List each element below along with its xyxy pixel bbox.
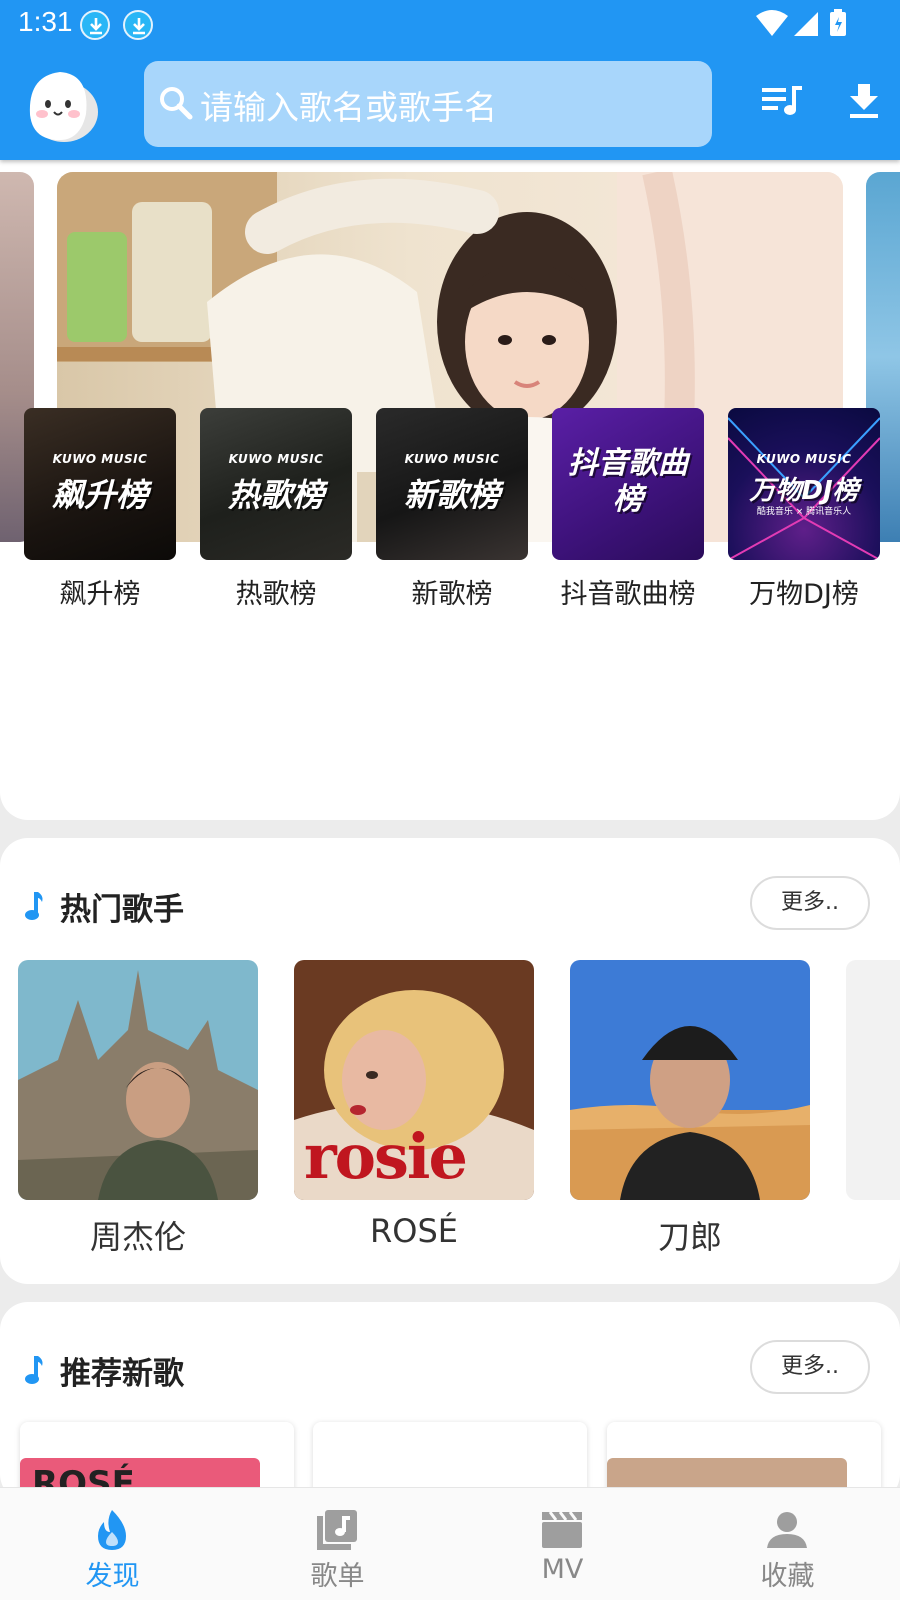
download-notification-icon <box>123 10 153 40</box>
singer-photo-text: rosie <box>304 1120 468 1193</box>
app-logo[interactable] <box>20 64 102 146</box>
chart-label: 万物DJ榜 <box>749 579 859 610</box>
chart-cover: KUWO MUSIC 飙升榜 <box>24 408 176 560</box>
download-button[interactable] <box>846 82 896 126</box>
nav-discover[interactable]: 发现 <box>0 1488 225 1600</box>
nav-playlists[interactable]: 歌单 <box>225 1488 450 1600</box>
playlist-icon <box>762 86 802 115</box>
search-icon <box>160 87 193 120</box>
singer-card[interactable]: rosie ROSÉ <box>294 960 534 1250</box>
status-bar: 1:31 <box>0 0 900 48</box>
singer-name: ROSÉ <box>370 1212 458 1250</box>
more-songs-button[interactable]: 更多.. <box>750 1340 870 1394</box>
chart-list: KUWO MUSIC 飙升榜 飙升榜 KUWO MUSIC 热歌榜 热歌榜 KU… <box>24 408 884 611</box>
singer-photo <box>846 960 900 1200</box>
singer-card[interactable]: 周杰伦 <box>18 960 258 1258</box>
playlist-queue-button[interactable] <box>760 82 810 126</box>
singer-card[interactable]: 刀郎 <box>570 960 810 1258</box>
music-note-icon <box>25 1356 43 1384</box>
hot-singers-section: 热门歌手 更多.. 周杰伦 rosie ROSÉ 刀郎 <box>0 838 900 1284</box>
download-notification-icon <box>80 10 110 40</box>
singer-card-partial[interactable] <box>846 960 900 1200</box>
chart-cover-title: 飙升榜 <box>51 476 148 514</box>
chart-item-new[interactable]: KUWO MUSIC 新歌榜 新歌榜 <box>376 408 528 611</box>
wifi-icon <box>756 10 788 36</box>
flame-icon <box>98 1510 126 1550</box>
chart-cover-brand: KUWO MUSIC <box>756 452 852 466</box>
chart-cover: KUWO MUSIC 新歌榜 <box>376 408 528 560</box>
chart-item-douyin[interactable]: 抖音歌曲榜 抖音歌曲榜 <box>552 408 704 611</box>
nav-label: 收藏 <box>760 1561 815 1592</box>
chart-cover-title: 抖音歌曲榜 <box>568 446 688 517</box>
chart-cover: KUWO MUSIC 热歌榜 <box>200 408 352 560</box>
chart-label: 飙升榜 <box>59 579 141 610</box>
singer-photo <box>18 960 258 1200</box>
chart-cover-subtitle: 酷我音乐 × 腾讯音乐人 <box>756 507 852 517</box>
chart-cover-brand: KUWO MUSIC <box>52 452 148 466</box>
section-title: 热门歌手 <box>60 892 184 928</box>
nav-label: 歌单 <box>310 1561 365 1592</box>
status-time: 1:31 <box>18 6 73 37</box>
singer-photo: rosie <box>294 960 534 1200</box>
chart-cover-title: 万物DJ榜 <box>749 476 859 506</box>
more-singers-button[interactable]: 更多.. <box>750 876 870 930</box>
nav-label: MV <box>541 1554 584 1585</box>
top-bar: 1:31 请输入歌名或歌手名 <box>0 0 900 160</box>
signal-icon <box>794 12 818 36</box>
chart-cover-title: 热歌榜 <box>227 476 324 514</box>
singer-photo <box>570 960 810 1200</box>
music-album-icon <box>317 1510 357 1550</box>
chart-cover-title: 新歌榜 <box>403 476 500 514</box>
chart-item-hot[interactable]: KUWO MUSIC 热歌榜 热歌榜 <box>200 408 352 611</box>
search-placeholder: 请输入歌名或歌手名 <box>200 88 497 127</box>
chart-cover-brand: KUWO MUSIC <box>404 452 500 466</box>
chart-cover-brand: KUWO MUSIC <box>228 452 324 466</box>
bottom-navigation: 发现 歌单 MV 收藏 <box>0 1487 900 1600</box>
download-icon <box>850 84 878 118</box>
section-title: 推荐新歌 <box>60 1356 184 1392</box>
chart-item-dj[interactable]: KUWO MUSIC 万物DJ榜 酷我音乐 × 腾讯音乐人 万物DJ榜 <box>728 408 880 611</box>
chart-cover: KUWO MUSIC 万物DJ榜 酷我音乐 × 腾讯音乐人 <box>728 408 880 560</box>
music-note-icon <box>25 892 43 920</box>
singer-name: 周杰伦 <box>89 1218 186 1256</box>
nav-mv[interactable]: MV <box>450 1488 675 1600</box>
status-icons <box>756 8 856 42</box>
app-screen: 1:31 请输入歌名或歌手名 KUWO MUSIC 飙升榜 飙升榜 KUWO M… <box>0 0 900 1600</box>
nav-label: 发现 <box>85 1561 140 1592</box>
chart-item-soaring[interactable]: KUWO MUSIC 飙升榜 飙升榜 <box>24 408 176 611</box>
nav-favorites[interactable]: 收藏 <box>675 1488 900 1600</box>
person-icon <box>767 1512 807 1548</box>
chart-label: 新歌榜 <box>411 579 493 610</box>
chart-label: 抖音歌曲榜 <box>560 579 696 610</box>
singer-name: 刀郎 <box>657 1218 722 1256</box>
chart-cover: 抖音歌曲榜 <box>552 408 704 560</box>
new-songs-section: 推荐新歌 更多.. ROSÉ <box>0 1302 900 1542</box>
clapperboard-icon <box>542 1511 582 1548</box>
search-bar[interactable]: 请输入歌名或歌手名 <box>144 61 712 147</box>
battery-icon <box>830 9 846 36</box>
chart-label: 热歌榜 <box>235 579 317 610</box>
